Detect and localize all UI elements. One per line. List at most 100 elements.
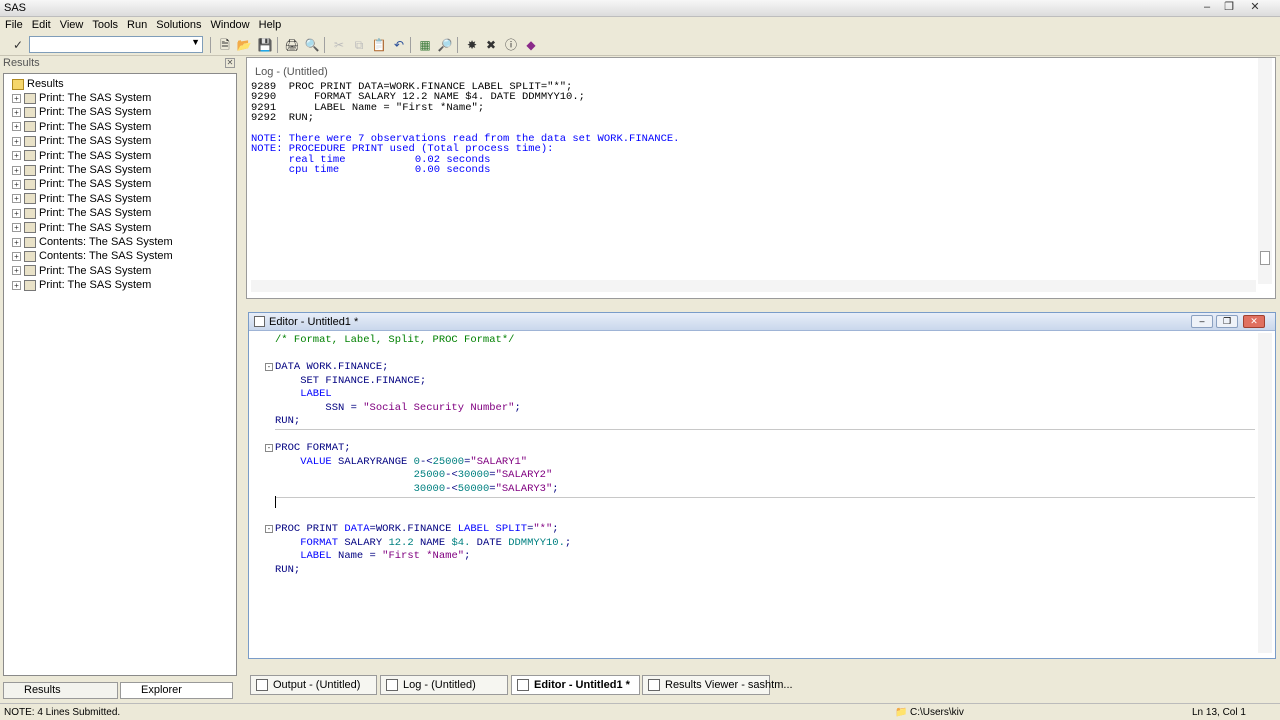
code-token: Name = bbox=[331, 550, 383, 562]
close-icon[interactable]: ✕ bbox=[225, 58, 235, 68]
editor-content[interactable]: /* Format, Label, Split, PROC Format*/- D… bbox=[253, 333, 1258, 638]
tree-item[interactable]: + Print: The SAS System bbox=[12, 207, 151, 221]
expand-icon[interactable]: + bbox=[12, 251, 21, 261]
expand-icon[interactable]: + bbox=[12, 151, 21, 161]
expand-icon[interactable]: + bbox=[12, 179, 21, 189]
code-token: LABEL bbox=[275, 388, 332, 400]
tab-results-viewer[interactable]: Results Viewer - sashtm... bbox=[642, 675, 793, 695]
new-document-icon[interactable]: 🗎 bbox=[217, 37, 233, 53]
output-icon bbox=[24, 92, 36, 104]
print-preview-icon[interactable]: 🔍 bbox=[304, 37, 320, 53]
code-token: "SALARY1" bbox=[470, 455, 528, 468]
window-splitter[interactable] bbox=[246, 299, 1276, 307]
tree-item[interactable]: + Contents: The SAS System bbox=[12, 250, 173, 264]
tree-item[interactable]: + Print: The SAS System bbox=[12, 164, 151, 178]
expand-icon[interactable]: + bbox=[12, 165, 21, 175]
editor-line: DATA WORK.FINANCE; bbox=[275, 361, 388, 374]
tree-item[interactable]: + Print: The SAS System bbox=[12, 222, 151, 236]
menu-view[interactable]: View bbox=[55, 17, 88, 31]
minimize-icon[interactable]: – bbox=[1196, 1, 1218, 15]
new-library-icon[interactable]: ▦ bbox=[417, 37, 433, 53]
collapse-icon[interactable]: - bbox=[265, 444, 273, 452]
break-icon[interactable]: ⓘ bbox=[503, 37, 519, 53]
tab-explorer-label: Explorer bbox=[141, 684, 182, 696]
code-token: VALUE bbox=[275, 455, 332, 468]
command-box[interactable]: ▼ bbox=[29, 36, 203, 53]
checkmark-icon[interactable]: ✓ bbox=[10, 37, 26, 53]
close-icon[interactable]: ✕ bbox=[1244, 1, 1266, 15]
log-window: Log - (Untitled) 9289 PROC PRINT DATA=WO… bbox=[246, 57, 1276, 299]
tab-log[interactable]: Log - (Untitled) bbox=[380, 675, 508, 695]
tree-item-label: Print: The SAS System bbox=[39, 106, 152, 119]
tree-item[interactable]: + Print: The SAS System bbox=[12, 135, 151, 149]
scroll-thumb[interactable] bbox=[1260, 251, 1270, 265]
restore-icon[interactable]: ❐ bbox=[1218, 1, 1240, 15]
submit-run-icon[interactable]: ✸ bbox=[464, 37, 480, 53]
tree-item[interactable]: + Print: The SAS System bbox=[12, 193, 151, 207]
expand-icon[interactable]: + bbox=[12, 266, 21, 276]
tab-results[interactable]: Results bbox=[3, 682, 118, 699]
expand-icon[interactable]: + bbox=[12, 93, 21, 103]
collapse-icon[interactable]: - bbox=[265, 525, 273, 533]
editor-vertical-scrollbar[interactable] bbox=[1258, 333, 1272, 653]
open-folder-icon[interactable]: 📂 bbox=[236, 37, 252, 53]
code-token: PROC FORMAT; bbox=[275, 442, 351, 454]
tree-item[interactable]: + Print: The SAS System bbox=[12, 178, 151, 192]
tree-item[interactable]: + Print: The SAS System bbox=[12, 121, 151, 135]
clear-all-icon[interactable]: ✖ bbox=[483, 37, 499, 53]
tree-root[interactable]: Results bbox=[12, 78, 64, 92]
collapse-icon[interactable]: - bbox=[265, 363, 273, 371]
log-horizontal-scrollbar[interactable] bbox=[251, 280, 1256, 292]
tab-output[interactable]: Output - (Untitled) bbox=[250, 675, 377, 695]
expand-icon[interactable]: + bbox=[12, 136, 21, 146]
copy-icon[interactable]: ⧉ bbox=[351, 37, 367, 53]
expand-icon[interactable]: + bbox=[12, 122, 21, 132]
tree-item[interactable]: + Print: The SAS System bbox=[12, 92, 151, 106]
undo-icon[interactable]: ↶ bbox=[391, 37, 407, 53]
expand-icon[interactable]: + bbox=[12, 223, 21, 233]
expand-icon[interactable]: + bbox=[12, 280, 21, 290]
chevron-down-icon[interactable]: ▼ bbox=[191, 37, 200, 47]
menu-help[interactable]: Help bbox=[254, 17, 286, 31]
print-icon[interactable]: 🖨 bbox=[284, 37, 300, 53]
code-token: "First *Name" bbox=[382, 550, 465, 562]
save-icon[interactable]: 💾 bbox=[257, 37, 273, 53]
help-book-icon[interactable]: ◆ bbox=[523, 37, 539, 53]
menu-window[interactable]: Window bbox=[206, 17, 254, 31]
output-icon bbox=[24, 207, 36, 219]
editor-icon bbox=[517, 679, 529, 691]
output-icon bbox=[24, 222, 36, 234]
tree-item[interactable]: + Print: The SAS System bbox=[12, 279, 151, 293]
expand-icon[interactable]: + bbox=[12, 208, 21, 218]
tree-item-label: Print: The SAS System bbox=[39, 164, 152, 176]
output-icon bbox=[24, 193, 36, 205]
code-token: RUN; bbox=[275, 563, 301, 576]
output-icon bbox=[24, 135, 36, 147]
code-token: 30000 bbox=[413, 482, 446, 495]
tree-item[interactable]: + Print: The SAS System bbox=[12, 150, 151, 164]
tab-editor[interactable]: Editor - Untitled1 * bbox=[511, 675, 640, 695]
tree-item[interactable]: + Print: The SAS System bbox=[12, 265, 151, 279]
tab-explorer[interactable]: Explorer bbox=[120, 682, 233, 699]
tree-root-label: Results bbox=[27, 78, 64, 90]
menu-file[interactable]: File bbox=[0, 17, 27, 31]
tree-item[interactable]: + Contents: The SAS System bbox=[12, 236, 173, 250]
menu-tools[interactable]: Tools bbox=[87, 17, 122, 31]
expand-icon[interactable]: + bbox=[12, 107, 21, 117]
tree-item[interactable]: + Print: The SAS System bbox=[12, 106, 151, 120]
output-icon bbox=[24, 178, 36, 190]
paste-icon[interactable]: 📋 bbox=[371, 37, 387, 53]
editor-line: FORMAT SALARY 12.2 NAME $4. DATE DDMMYY1… bbox=[275, 537, 571, 550]
minimize-icon[interactable]: – bbox=[1191, 315, 1213, 328]
expand-icon[interactable]: + bbox=[12, 237, 21, 247]
menu-run[interactable]: Run bbox=[122, 17, 151, 31]
menu-solutions[interactable]: Solutions bbox=[151, 17, 205, 31]
menu-edit[interactable]: Edit bbox=[27, 17, 55, 31]
sas-explorer-icon[interactable]: 🔎 bbox=[437, 37, 453, 53]
cut-icon[interactable]: ✂ bbox=[331, 37, 347, 53]
expand-icon[interactable]: + bbox=[12, 194, 21, 204]
log-vertical-scrollbar[interactable] bbox=[1258, 58, 1272, 284]
code-token: RUN; bbox=[275, 415, 301, 427]
close-icon[interactable]: ✕ bbox=[1243, 315, 1265, 328]
restore-icon[interactable]: ❐ bbox=[1216, 315, 1238, 328]
